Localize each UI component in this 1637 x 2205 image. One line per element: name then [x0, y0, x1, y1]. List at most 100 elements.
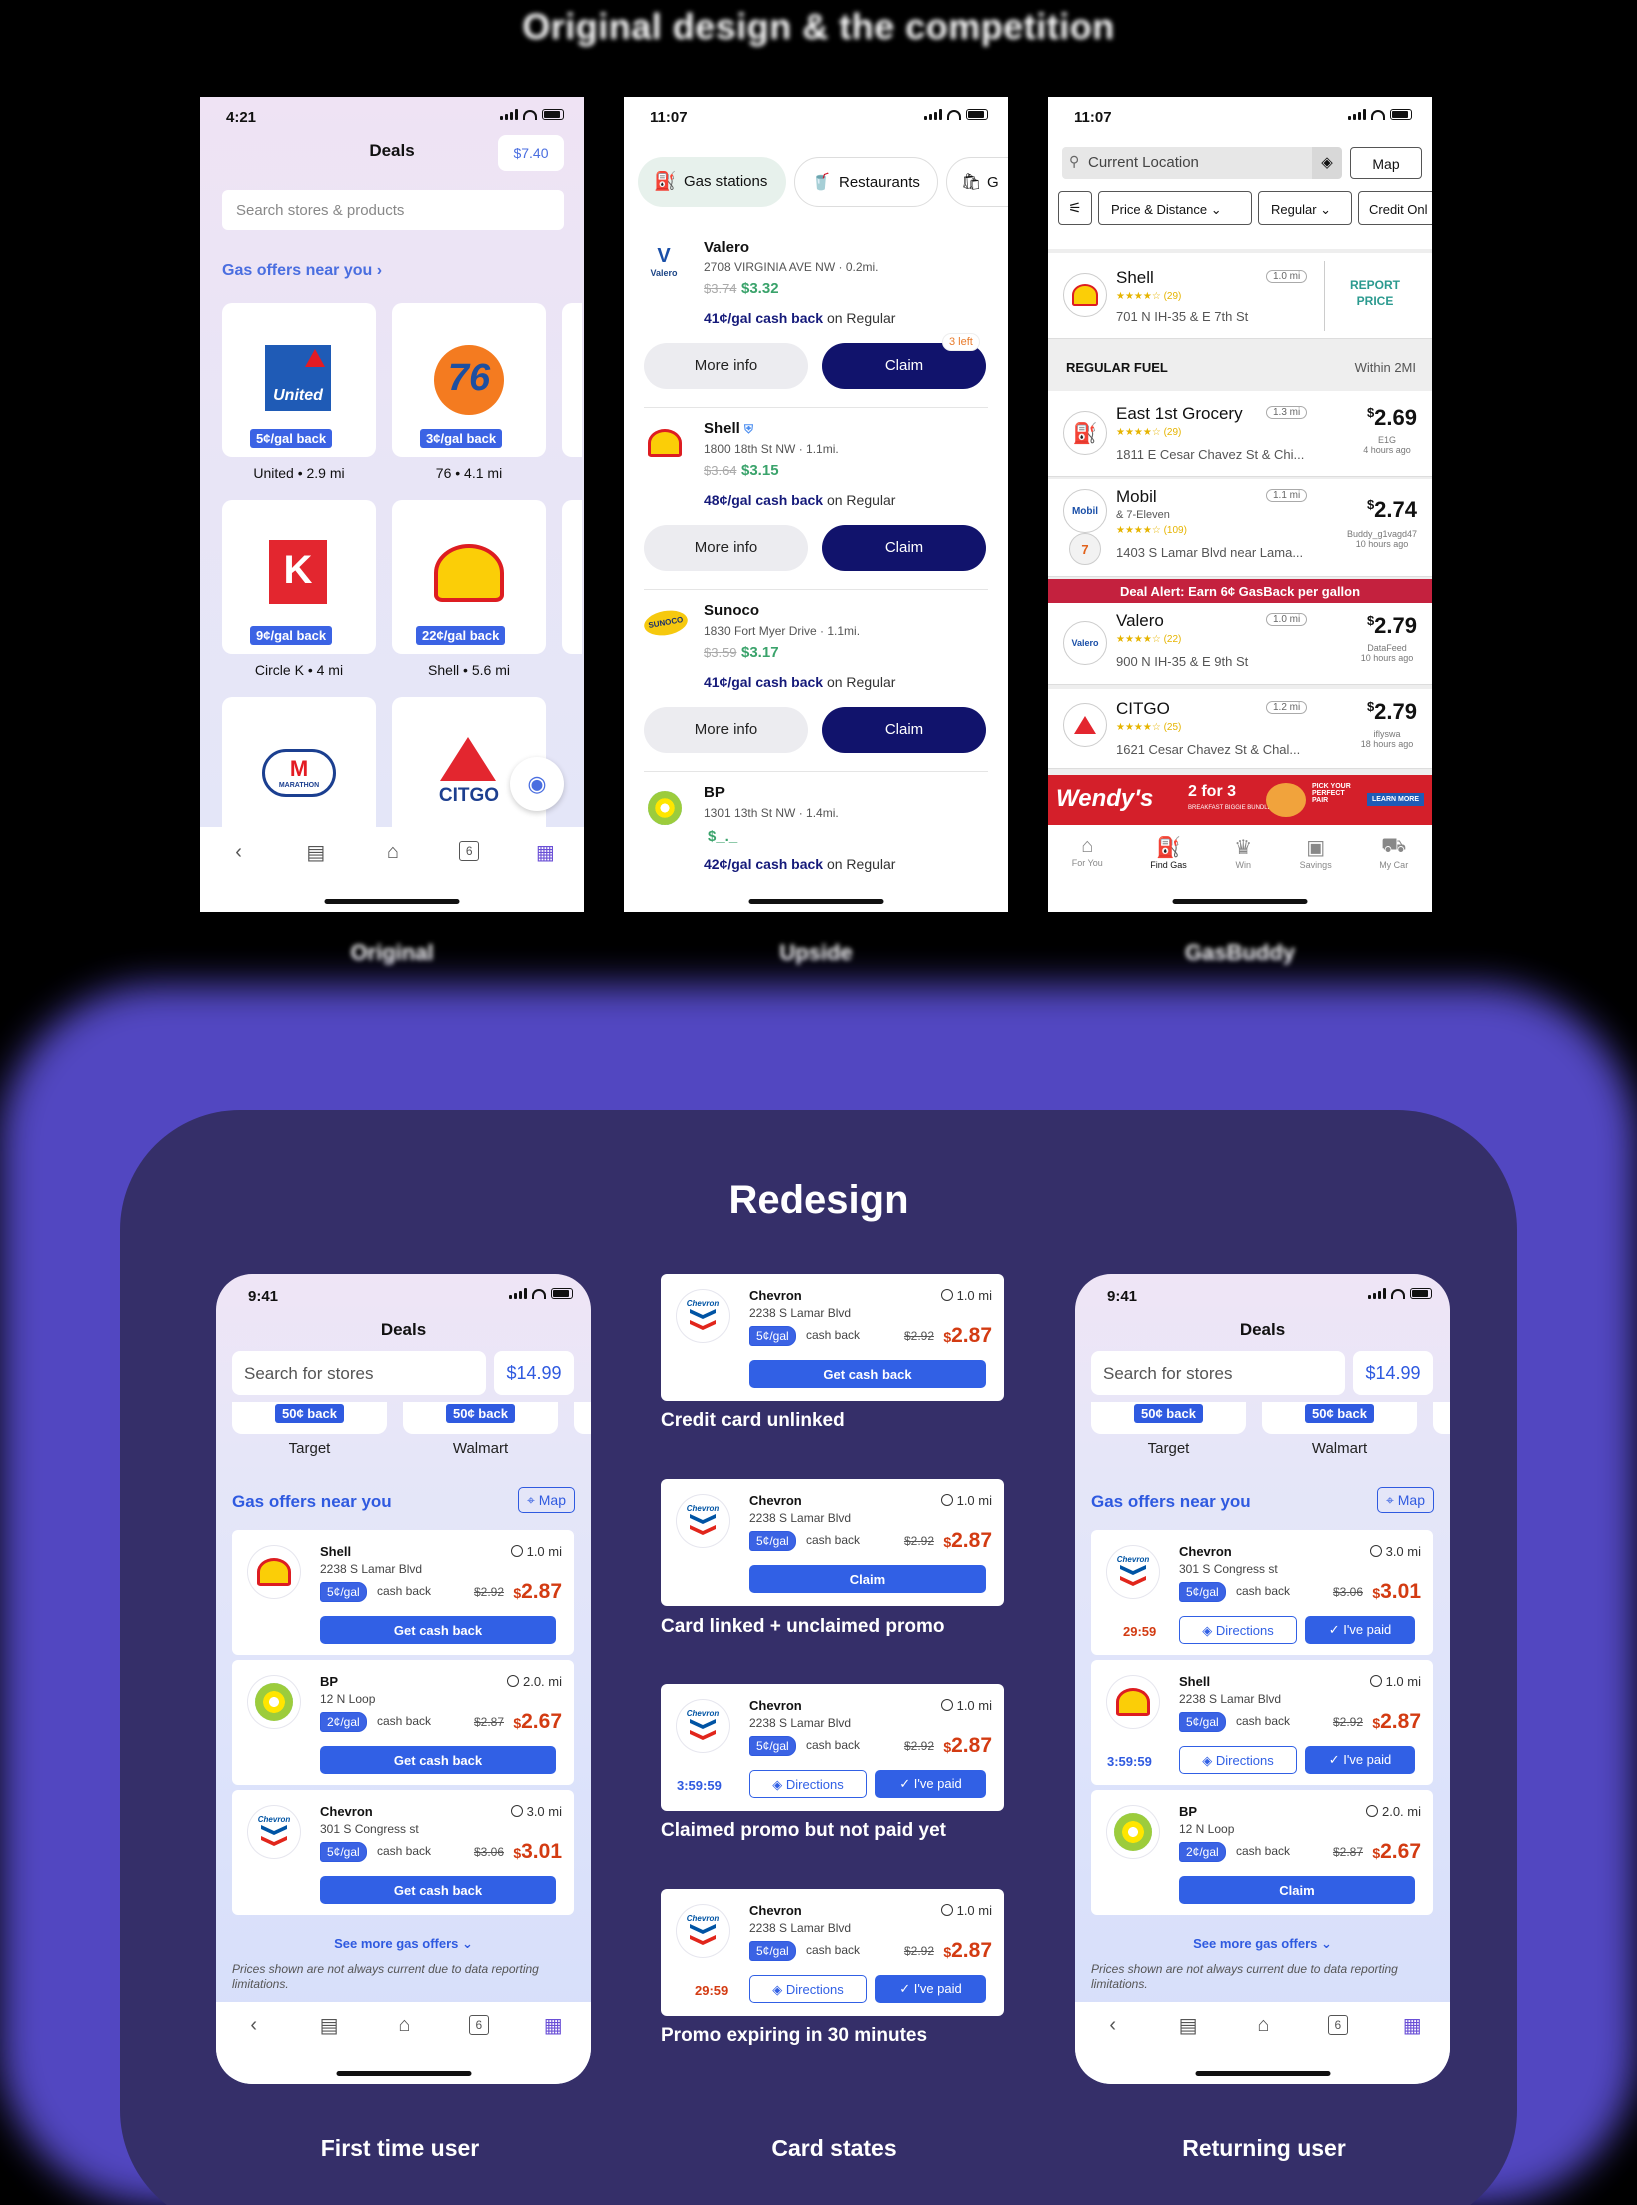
search-input[interactable]: Search for stores: [232, 1351, 486, 1395]
offer-card[interactable]: Shell 2238 S Lamar Blvd 1.0 mi 5¢/gal ca…: [232, 1530, 574, 1655]
section-label: Gas offers near you: [222, 262, 373, 279]
see-more-link[interactable]: See more gas offers ⌄: [216, 1936, 591, 1952]
offer-card[interactable]: Chevron Chevron 301 S Congress st 3.0 mi…: [1091, 1530, 1433, 1655]
discount-price: $2.87: [943, 1734, 992, 1757]
claim-button[interactable]: Claim: [749, 1565, 986, 1593]
apps-grid-icon[interactable]: ▦: [542, 2014, 564, 2037]
offer-card-unlinked[interactable]: Chevron Chevron 2238 S Lamar Blvd 1.0 mi…: [661, 1274, 1004, 1401]
apps-grid-icon[interactable]: ▦: [534, 841, 556, 864]
cash-back: 48¢/gal cash back: [704, 492, 824, 508]
tabs-count-icon[interactable]: 6: [468, 2015, 489, 2035]
filter-price-distance[interactable]: Price & Distance ⌄: [1098, 191, 1252, 225]
ive-paid-button[interactable]: ✓ I've paid: [1305, 1746, 1415, 1774]
store-card-target[interactable]: 50¢ back: [232, 1402, 387, 1434]
tab-find-gas[interactable]: ⛽ Find Gas: [1150, 835, 1187, 870]
more-info-button[interactable]: More info: [644, 343, 808, 389]
tabs-count-icon[interactable]: 6: [459, 841, 480, 861]
camera-icon[interactable]: ◉: [510, 757, 564, 811]
map-button[interactable]: ⌖ Map: [517, 1487, 575, 1513]
section-link[interactable]: Gas offers near you ›: [222, 262, 382, 280]
more-info-button[interactable]: More info: [644, 707, 808, 753]
directions-button[interactable]: ◈ Directions: [749, 1770, 867, 1798]
filter-sliders-icon[interactable]: ⚟: [1058, 191, 1092, 225]
balance-button[interactable]: $7.40: [498, 135, 564, 171]
tab-savings[interactable]: ▣ Savings: [1300, 835, 1332, 870]
chevron-right-icon: ›: [376, 262, 383, 279]
offer-card[interactable]: BP 12 N Loop 2.0. mi 2¢/gal cash back $2…: [1091, 1790, 1433, 1915]
tab-for-you[interactable]: ⌂ For You: [1072, 835, 1103, 868]
offer-card[interactable]: Chevron Chevron 301 S Congress st 3.0 mi…: [232, 1790, 574, 1915]
get-cash-back-button[interactable]: Get cash back: [320, 1876, 556, 1904]
home-icon[interactable]: ⌂: [1252, 2014, 1274, 2036]
claim-button[interactable]: Claim: [1179, 1876, 1415, 1904]
offer-card-unclaimed[interactable]: Chevron Chevron 2238 S Lamar Blvd 1.0 mi…: [661, 1479, 1004, 1606]
distance: 1.0 mi: [940, 1493, 992, 1508]
offer-card-claimed[interactable]: Chevron Chevron 2238 S Lamar Blvd 1.0 mi…: [661, 1684, 1004, 1811]
search-input[interactable]: Search stores & products: [222, 190, 564, 230]
tile-76[interactable]: 76 3¢/gal back: [392, 303, 546, 457]
cashback-pill: 2¢/gal: [320, 1712, 367, 1732]
news-icon[interactable]: ▤: [318, 2014, 340, 2037]
tile-marathon[interactable]: M MARATHON: [222, 697, 376, 827]
directions-button[interactable]: ◈ Directions: [1179, 1616, 1297, 1644]
tabs-count-icon[interactable]: 6: [1327, 2015, 1348, 2035]
citgo-logo: [1063, 703, 1107, 747]
claim-button[interactable]: Claim: [822, 707, 986, 753]
offer-card[interactable]: Shell 2238 S Lamar Blvd 1.0 mi 5¢/gal ca…: [1091, 1660, 1433, 1785]
home-icon[interactable]: ⌂: [382, 841, 404, 863]
tile-united[interactable]: United 5¢/gal back: [222, 303, 376, 457]
get-cash-back-button[interactable]: Get cash back: [320, 1616, 556, 1644]
offer-card-expiring[interactable]: Chevron Chevron 2238 S Lamar Blvd 1.0 mi…: [661, 1889, 1004, 2016]
map-button[interactable]: ⌖ Map: [1376, 1487, 1434, 1513]
home-icon[interactable]: ⌂: [393, 2014, 415, 2036]
tile-circle-k[interactable]: K 9¢/gal back: [222, 500, 376, 654]
more-info-button[interactable]: More info: [644, 525, 808, 571]
directions-button[interactable]: ◈ Directions: [749, 1975, 867, 2003]
see-more-link[interactable]: See more gas offers ⌄: [1075, 1936, 1450, 1952]
filter-fuel-type[interactable]: Regular ⌄: [1258, 191, 1352, 225]
deal-alert-banner[interactable]: Deal Alert: Earn 6¢ GasBack per gallon: [1048, 579, 1432, 603]
back-icon[interactable]: ‹: [243, 2014, 265, 2036]
ive-paid-button[interactable]: ✓ I've paid: [1305, 1616, 1415, 1644]
station-shell-row[interactable]: Shell ★★★★☆ (29) 701 N IH-35 & E 7th St …: [1048, 253, 1432, 339]
tab-win[interactable]: ♛ Win: [1234, 835, 1252, 870]
apps-grid-icon[interactable]: ▦: [1401, 2014, 1423, 2037]
chip-restaurants[interactable]: 🥤 Restaurants: [794, 157, 938, 207]
store-card-walmart[interactable]: 50¢ back: [403, 1402, 558, 1434]
station-row[interactable]: CITGO ★★★★☆ (25) 1621 Cesar Chavez St & …: [1048, 689, 1432, 769]
search-input[interactable]: Search for stores: [1091, 1351, 1345, 1395]
cash-back: 41¢/gal cash back: [704, 310, 824, 326]
old-price: $3.74: [704, 281, 737, 296]
back-icon[interactable]: ‹: [1102, 2014, 1124, 2036]
ive-paid-button[interactable]: ✓ I've paid: [875, 1975, 986, 2003]
news-icon[interactable]: ▤: [305, 841, 327, 864]
tile-shell[interactable]: 22¢/gal back: [392, 500, 546, 654]
ive-paid-button[interactable]: ✓ I've paid: [875, 1770, 986, 1798]
cashback-label: cash back: [806, 1943, 861, 1957]
back-icon[interactable]: ‹: [228, 841, 250, 863]
get-cash-back-button[interactable]: Get cash back: [320, 1746, 556, 1774]
location-input[interactable]: ⚲ Current Location: [1062, 147, 1328, 179]
offer-card[interactable]: BP 12 N Loop 2.0. mi 2¢/gal cash back $2…: [232, 1660, 574, 1785]
directions-icon[interactable]: ◈: [1312, 147, 1342, 179]
news-icon[interactable]: ▤: [1177, 2014, 1199, 2037]
learn-more-button[interactable]: LEARN MORE: [1366, 793, 1424, 806]
balance-button[interactable]: $14.99: [494, 1351, 574, 1395]
map-button[interactable]: Map: [1350, 147, 1422, 179]
filter-payment[interactable]: Credit Onl: [1358, 191, 1432, 225]
store-card-walmart[interactable]: 50¢ back: [1262, 1402, 1417, 1434]
claim-button[interactable]: Claim: [822, 525, 986, 571]
station-row[interactable]: Valero Valero ★★★★☆ (22) 900 N IH-35 & E…: [1048, 603, 1432, 685]
wendys-ad-banner[interactable]: Wendy's 2 for 3 BREAKFAST BIGGIE BUNDLES…: [1048, 775, 1432, 825]
store-card-target[interactable]: 50¢ back: [1091, 1402, 1246, 1434]
station-row[interactable]: ⛽ East 1st Grocery ★★★★☆ (29) 1811 E Ces…: [1048, 391, 1432, 477]
chip-groceries[interactable]: 🛍 G: [946, 157, 1008, 207]
old-price: $3.06: [1332, 1585, 1363, 1599]
station-row[interactable]: Mobil 7 Mobil & 7-Eleven ★★★★☆ (109) 140…: [1048, 479, 1432, 577]
tab-my-car[interactable]: ⛟ My Car: [1379, 835, 1408, 870]
report-price-button[interactable]: REPORT PRICE: [1334, 277, 1416, 309]
balance-button[interactable]: $14.99: [1353, 1351, 1433, 1395]
get-cash-back-button[interactable]: Get cash back: [749, 1360, 986, 1388]
chip-gas-stations[interactable]: ⛽ Gas stations: [638, 157, 786, 207]
directions-button[interactable]: ◈ Directions: [1179, 1746, 1297, 1774]
